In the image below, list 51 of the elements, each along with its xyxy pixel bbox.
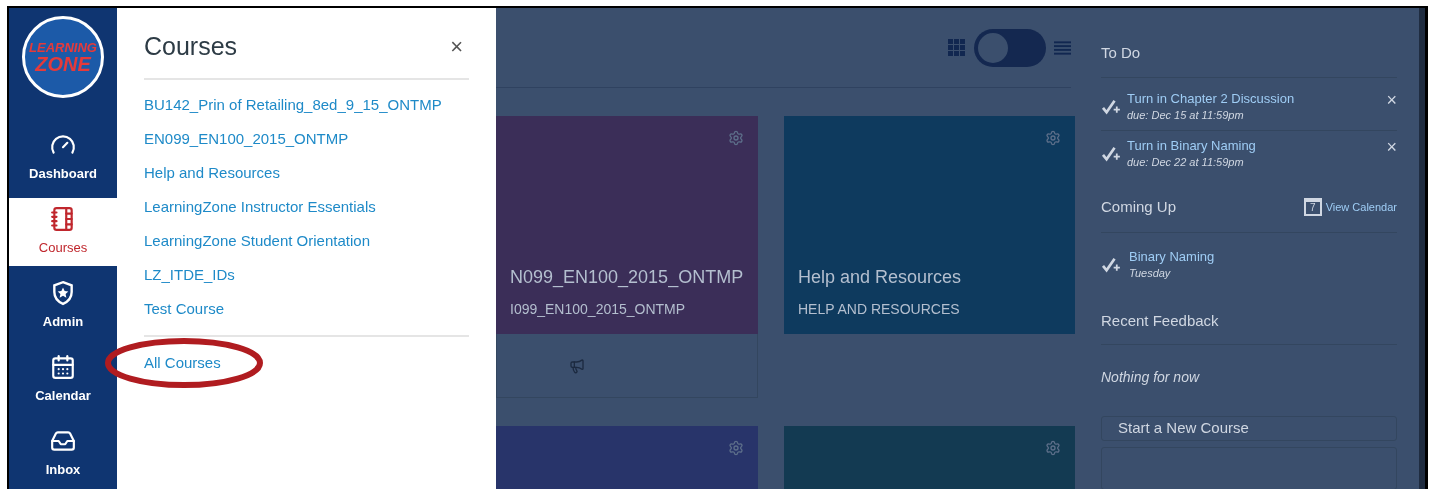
grid-icon[interactable] bbox=[948, 38, 966, 57]
course-link[interactable]: Test Course bbox=[144, 297, 469, 319]
megaphone-icon[interactable] bbox=[569, 357, 585, 374]
course-card[interactable]: N099_EN100_2015_ONTMP I099_EN100_2015_ONTMP bbox=[496, 116, 758, 334]
check-plus-icon bbox=[1101, 257, 1121, 273]
course-card[interactable]: Help and Resources HELP AND RESOURCES bbox=[784, 116, 1075, 334]
due-date: due: Dec 15 at 11:59pm bbox=[1127, 107, 1245, 123]
check-plus-icon bbox=[1101, 146, 1121, 162]
view-calendar-link[interactable]: 7 View Calendar bbox=[1303, 197, 1397, 216]
course-link[interactable]: LZ_ITDE_IDs bbox=[144, 263, 469, 285]
settings-icon[interactable] bbox=[1045, 130, 1061, 146]
todo-link[interactable]: Turn in Binary Naming bbox=[1127, 138, 1381, 154]
course-link[interactable]: Help and Resources bbox=[144, 161, 469, 183]
card-subtitle: HELP AND RESOURCES bbox=[798, 300, 961, 319]
calendar-icon bbox=[50, 354, 76, 381]
close-button[interactable]: × bbox=[450, 35, 463, 58]
nav-item[interactable]: Inbox bbox=[9, 420, 117, 488]
event-day: Tuesday bbox=[1129, 265, 1215, 282]
view-toggle[interactable] bbox=[974, 28, 1046, 67]
list-icon[interactable] bbox=[1054, 39, 1071, 56]
empty-message: Nothing for now bbox=[1101, 368, 1201, 387]
all-courses-link[interactable]: All Courses bbox=[144, 353, 221, 371]
notebook-icon bbox=[50, 206, 76, 233]
course-link[interactable]: LearningZone Instructor Essentials bbox=[144, 195, 469, 217]
section-heading: Coming Up bbox=[1101, 196, 1177, 217]
shield-star-icon bbox=[50, 280, 76, 307]
close-button[interactable]: × bbox=[1386, 90, 1397, 109]
due-date: due: Dec 22 at 11:59pm bbox=[1127, 155, 1245, 170]
start-course-button[interactable]: Start a New Course bbox=[1101, 416, 1397, 441]
nav-item[interactable]: Calendar bbox=[9, 346, 117, 414]
card-subtitle: I099_EN100_2015_ONTMP bbox=[510, 300, 687, 319]
course-link[interactable]: EN099_EN100_2015_ONTMP bbox=[144, 127, 469, 149]
settings-icon[interactable] bbox=[728, 440, 744, 456]
event-link[interactable]: Binary Naming bbox=[1129, 249, 1215, 265]
nav-item[interactable]: Dashboard bbox=[9, 124, 117, 192]
logo-text: LEARNING bbox=[29, 40, 97, 54]
nav-item[interactable]: Courses bbox=[9, 198, 117, 266]
todo-link[interactable]: Turn in Chapter 2 Discussion bbox=[1127, 90, 1381, 107]
nav-item[interactable]: Admin bbox=[9, 272, 117, 340]
card-title: Help and Resources bbox=[798, 266, 963, 289]
course-link[interactable]: LearningZone Student Orientation bbox=[144, 229, 469, 251]
course-link[interactable]: BU142_Prin of Retailing_8ed_9_15_ONTMP bbox=[144, 93, 469, 115]
panel-title: Courses bbox=[144, 31, 238, 62]
settings-icon[interactable] bbox=[728, 130, 744, 146]
close-button[interactable]: × bbox=[1386, 138, 1397, 156]
section-heading: To Do bbox=[1101, 42, 1397, 78]
check-plus-icon bbox=[1101, 98, 1121, 115]
settings-icon[interactable] bbox=[1045, 440, 1061, 456]
logo-text: ZONE bbox=[35, 53, 91, 74]
card-title: N099_EN100_2015_ONTMP bbox=[510, 266, 744, 290]
section-heading: Recent Feedback bbox=[1101, 309, 1397, 345]
